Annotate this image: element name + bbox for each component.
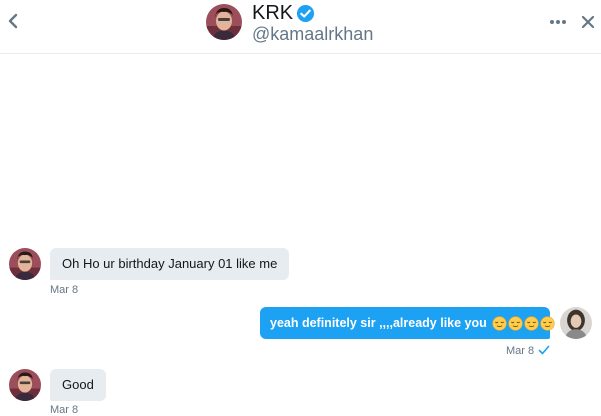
back-button[interactable] — [4, 10, 22, 32]
profile-photo-icon — [560, 307, 592, 339]
more-options-button[interactable] — [548, 12, 568, 32]
contact-handle[interactable]: @kamaalrkhan — [252, 24, 373, 44]
close-button[interactable] — [578, 12, 598, 32]
own-avatar[interactable] — [560, 307, 592, 339]
conversation-header: KRK @kamaalrkhan — [0, 0, 601, 54]
message-timestamp: Mar 8 — [50, 404, 79, 416]
message-text: yeah definitely sir ,,,,already like you — [270, 316, 487, 330]
profile-photo-icon — [206, 4, 242, 40]
sender-avatar[interactable] — [9, 369, 41, 401]
contact-name-text: KRK — [252, 2, 294, 24]
message-timestamp: Mar 8 — [506, 345, 535, 357]
close-icon — [581, 15, 595, 29]
relieved-face-icon — [540, 315, 555, 331]
message-timestamp: Mar 8 — [50, 284, 79, 296]
relieved-face-icon — [524, 315, 539, 331]
more-horizontal-icon — [550, 20, 566, 24]
chevron-left-icon — [8, 13, 18, 29]
sent-check-icon — [538, 345, 550, 355]
header-avatar[interactable] — [206, 4, 242, 40]
contact-name[interactable]: KRK — [252, 2, 315, 24]
relieved-face-icon — [492, 315, 507, 331]
emoji-group — [492, 315, 555, 331]
sender-avatar[interactable] — [9, 248, 41, 280]
relieved-face-icon — [508, 315, 523, 331]
profile-photo-icon — [9, 369, 41, 401]
message-bubble-outgoing[interactable]: yeah definitely sir ,,,,already like you — [260, 307, 555, 339]
message-bubble-incoming[interactable]: Oh Ho ur birthday January 01 like me — [50, 248, 290, 280]
profile-photo-icon — [9, 248, 41, 280]
message-text: Oh Ho ur birthday January 01 like me — [62, 256, 278, 271]
verified-badge-icon — [296, 4, 315, 23]
message-bubble-incoming[interactable]: Good — [50, 369, 106, 401]
message-text: Good — [62, 377, 94, 392]
